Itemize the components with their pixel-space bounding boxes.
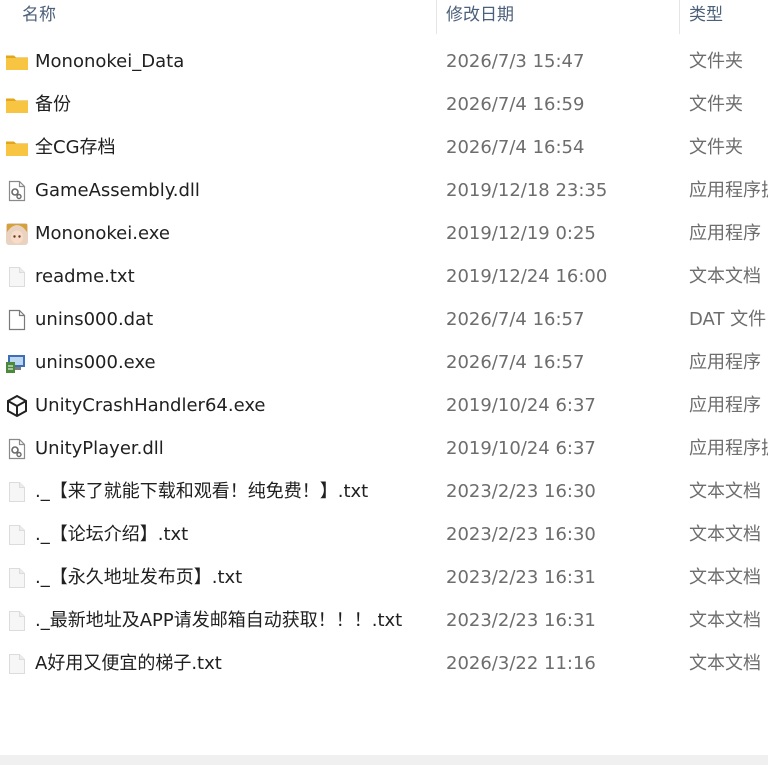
file-name[interactable]: GameAssembly.dll [35,169,435,212]
file-type: 文本文档 [689,481,761,502]
text-file-icon [5,523,29,547]
file-name[interactable]: A好用又便宜的梯子.txt [35,642,435,685]
text-file-icon [5,609,29,633]
column-divider[interactable] [436,0,437,34]
file-modified-date: 2023/2/23 16:31 [446,567,596,588]
file-type: 文本文档 [689,610,761,631]
column-header-type[interactable]: 类型 [689,0,723,34]
file-row[interactable]: GameAssembly.dll 2019/12/18 23:35 应用程序扩展 [0,169,768,212]
text-file-icon [5,652,29,676]
folder-icon [5,93,29,117]
file-row[interactable]: unins000.dat 2026/7/4 16:57 DAT 文件 [0,298,768,341]
blank-file-icon [5,308,29,332]
file-name[interactable]: 全CG存档 [35,126,435,169]
file-row[interactable]: ._最新地址及APP请发邮箱自动获取！！！.txt 2023/2/23 16:31… [0,599,768,642]
file-name[interactable]: unins000.exe [35,341,435,384]
file-type: 应用程序 [689,352,761,373]
file-type: 文本文档 [689,524,761,545]
file-row[interactable]: Mononokei_Data 2026/7/3 15:47 文件夹 [0,40,768,83]
file-name[interactable]: Mononokei.exe [35,212,435,255]
column-header-date[interactable]: 修改日期 [446,0,514,34]
file-row[interactable]: 备份 2026/7/4 16:59 文件夹 [0,83,768,126]
file-row[interactable]: ._【来了就能下载和观看！纯免费！】.txt 2023/2/23 16:30 文本文… [0,470,768,513]
folder-icon [5,50,29,74]
text-file-icon [5,265,29,289]
file-row[interactable]: Mononokei.exe 2019/12/19 0:25 应用程序 [0,212,768,255]
file-type: DAT 文件 [689,309,767,330]
file-modified-date: 2023/2/23 16:30 [446,481,596,502]
file-modified-date: 2023/2/23 16:31 [446,610,596,631]
file-modified-date: 2023/2/23 16:30 [446,524,596,545]
dll-file-icon [5,437,29,461]
file-modified-date: 2026/3/22 11:16 [446,653,596,674]
column-header-name[interactable]: 名称 [22,0,56,34]
file-explorer-window: 名称 修改日期 类型 Mononokei_Data 2026/7/3 15:47 文… [0,0,768,765]
game-exe-icon [5,222,29,246]
column-divider[interactable] [679,0,680,34]
file-row[interactable]: readme.txt 2019/12/24 16:00 文本文档 [0,255,768,298]
file-type: 文本文档 [689,266,761,287]
dll-file-icon [5,179,29,203]
file-modified-date: 2019/10/24 6:37 [446,395,596,416]
file-row[interactable]: UnityPlayer.dll 2019/10/24 6:37 应用程序扩展 [0,427,768,470]
file-modified-date: 2019/12/19 0:25 [446,223,596,244]
column-header: 名称 修改日期 类型 [0,0,768,34]
text-file-icon [5,566,29,590]
file-name[interactable]: UnityPlayer.dll [35,427,435,470]
file-modified-date: 2026/7/4 16:57 [446,309,585,330]
unity-icon [5,394,29,418]
file-type: 应用程序 [689,223,761,244]
file-type: 文件夹 [689,51,743,72]
file-modified-date: 2019/10/24 6:37 [446,438,596,459]
file-modified-date: 2019/12/24 16:00 [446,266,608,287]
file-list: Mononokei_Data 2026/7/3 15:47 文件夹 备份 2026/7/… [0,40,768,685]
file-type: 文本文档 [689,567,761,588]
horizontal-scrollbar[interactable] [0,755,768,765]
file-name[interactable]: Mononokei_Data [35,40,435,83]
file-row[interactable]: A好用又便宜的梯子.txt 2026/3/22 11:16 文本文档 [0,642,768,685]
file-type: 应用程序 [689,395,761,416]
file-row[interactable]: UnityCrashHandler64.exe 2019/10/24 6:37 应用… [0,384,768,427]
file-name[interactable]: ._【永久地址发布页】.txt [35,556,435,599]
file-type: 文件夹 [689,94,743,115]
file-type: 文件夹 [689,137,743,158]
file-modified-date: 2026/7/3 15:47 [446,51,585,72]
file-name[interactable]: UnityCrashHandler64.exe [35,384,435,427]
file-name[interactable]: ._【论坛介绍】.txt [35,513,435,556]
file-name[interactable]: 备份 [35,83,435,126]
file-type: 应用程序扩展 [689,438,768,459]
file-row[interactable]: unins000.exe 2026/7/4 16:57 应用程序 [0,341,768,384]
file-modified-date: 2026/7/4 16:54 [446,137,585,158]
file-name[interactable]: unins000.dat [35,298,435,341]
file-type: 应用程序扩展 [689,180,768,201]
file-name[interactable]: ._最新地址及APP请发邮箱自动获取！！！.txt [35,599,435,642]
folder-icon [5,136,29,160]
file-modified-date: 2026/7/4 16:59 [446,94,585,115]
file-name[interactable]: readme.txt [35,255,435,298]
file-type: 文本文档 [689,653,761,674]
uninstaller-icon [5,351,29,375]
text-file-icon [5,480,29,504]
file-modified-date: 2026/7/4 16:57 [446,352,585,373]
file-modified-date: 2019/12/18 23:35 [446,180,608,201]
file-row[interactable]: ._【永久地址发布页】.txt 2023/2/23 16:31 文本文档 [0,556,768,599]
file-row[interactable]: 全CG存档 2026/7/4 16:54 文件夹 [0,126,768,169]
file-row[interactable]: ._【论坛介绍】.txt 2023/2/23 16:30 文本文档 [0,513,768,556]
file-name[interactable]: ._【来了就能下载和观看！纯免费！】.txt [35,470,435,513]
